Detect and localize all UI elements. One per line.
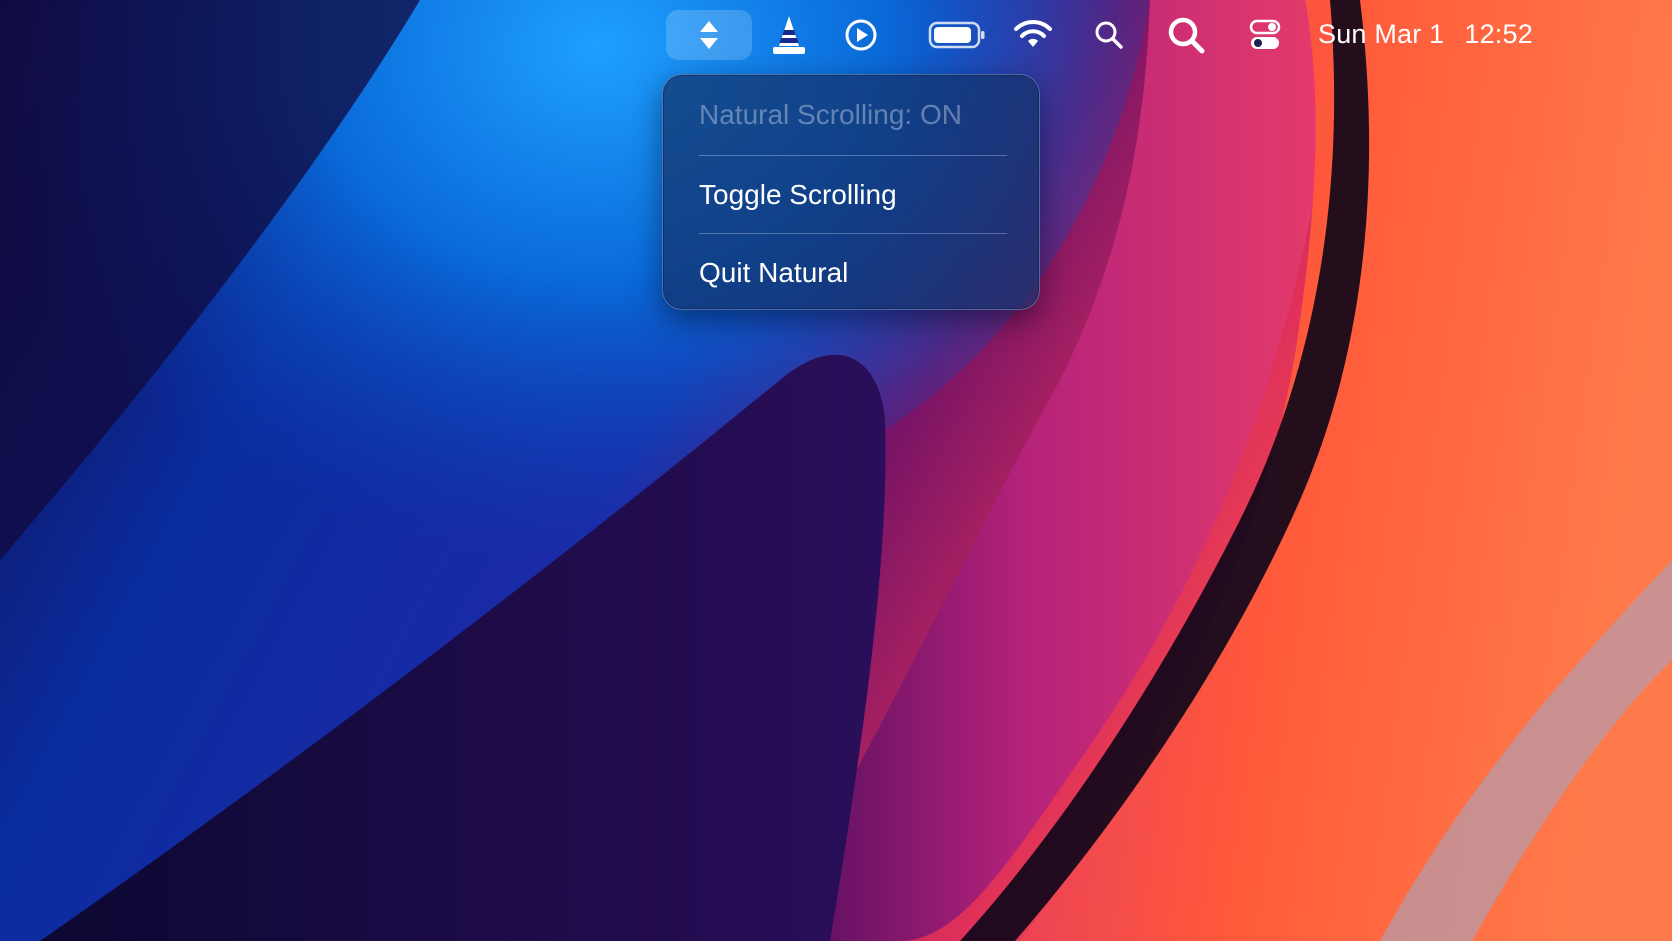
menu-bar: Sun Mar 1 12:52 (0, 0, 1672, 68)
vlc-cone-icon (770, 14, 808, 56)
spotlight-status-item[interactable] (1162, 10, 1212, 60)
quit-natural-menu-item[interactable]: Quit Natural (699, 253, 848, 293)
natural-scrolling-dropdown-menu: Natural Scrolling: ON Toggle Scrolling Q… (662, 74, 1040, 310)
menu-bar-clock[interactable]: Sun Mar 1 12:52 (1318, 14, 1533, 54)
natural-scrolling-status-label: Natural Scrolling: ON (699, 99, 962, 130)
wifi-icon (1013, 19, 1053, 51)
clock-date: Sun Mar 1 (1318, 18, 1445, 49)
menu-separator (699, 233, 1007, 234)
small-search-icon (1093, 19, 1125, 51)
control-center-status-item[interactable] (1240, 10, 1290, 60)
battery-status-item[interactable] (910, 10, 1004, 60)
media-player-status-item[interactable] (834, 10, 888, 60)
search-status-item[interactable] (1082, 10, 1136, 60)
spotlight-search-icon (1167, 16, 1207, 54)
control-center-icon (1249, 18, 1281, 52)
scroll-arrows-icon (697, 18, 721, 52)
menu-separator (699, 155, 1007, 156)
natural-scrolling-status-item[interactable] (666, 10, 752, 60)
toggle-scrolling-menu-item[interactable]: Toggle Scrolling (699, 175, 897, 215)
clock-time: 12:52 (1464, 18, 1533, 49)
play-circle-icon (843, 17, 879, 53)
battery-icon (928, 20, 986, 50)
vlc-status-item[interactable] (762, 10, 816, 60)
wifi-status-item[interactable] (1006, 10, 1060, 60)
